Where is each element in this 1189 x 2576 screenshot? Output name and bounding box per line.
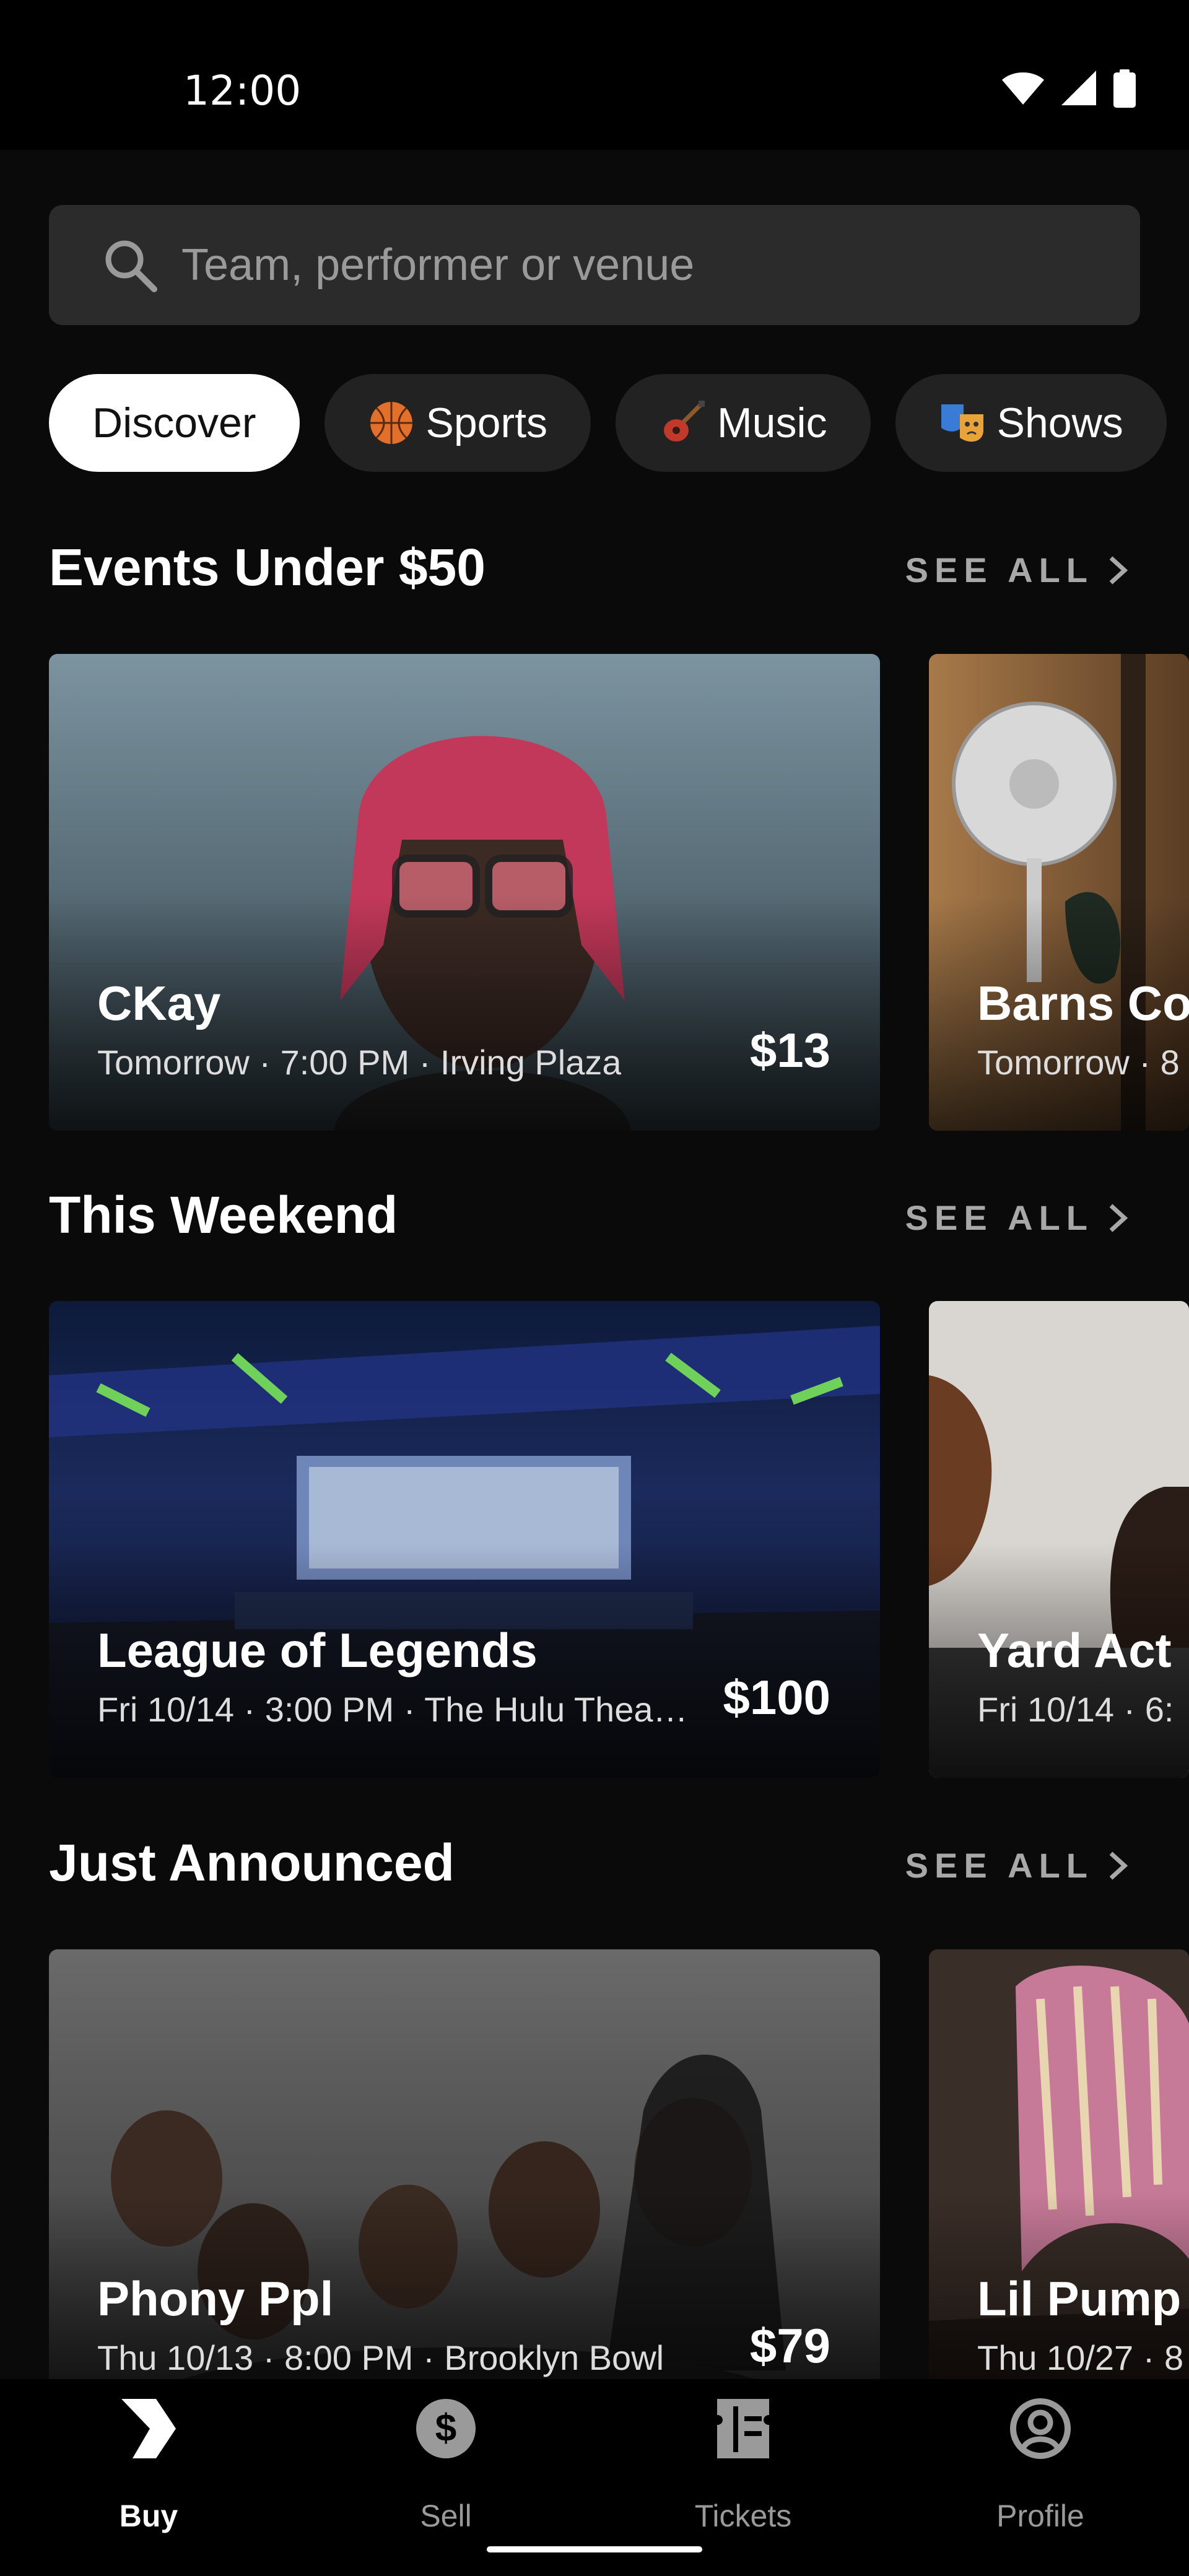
chip-shows[interactable]: Shows xyxy=(895,374,1167,472)
nav-tickets[interactable]: Tickets xyxy=(650,2379,836,2533)
event-meta: Tomorrow · 7:00 PM · Irving Plaza xyxy=(97,1043,622,1082)
search-bar[interactable] xyxy=(49,205,1140,325)
nav-sell[interactable]: $ Sell xyxy=(353,2379,539,2533)
chip-music[interactable]: Music xyxy=(616,374,871,472)
event-name: Barns Cou xyxy=(977,976,1189,1030)
nav-label: Sell xyxy=(420,2499,472,2533)
event-meta: Fri 10/14 · 6: xyxy=(977,1690,1174,1729)
basketball-icon xyxy=(370,402,412,444)
wifi-icon xyxy=(1002,72,1044,105)
chevron-right-icon xyxy=(1109,1851,1128,1880)
ticket-icon xyxy=(717,2399,769,2458)
status-time: 12:00 xyxy=(183,67,302,115)
event-meta: Fri 10/14 · 3:00 PM · The Hulu Thea… xyxy=(97,1690,688,1729)
event-name: League of Legends xyxy=(97,1623,538,1677)
event-price: $13 xyxy=(749,1023,830,1077)
chip-label: Music xyxy=(717,399,827,446)
chip-label: Sports xyxy=(425,399,548,446)
see-all-label: SEE ALL xyxy=(905,1846,1094,1885)
nav-profile[interactable]: Profile xyxy=(947,2379,1133,2533)
chevron-right-icon xyxy=(1109,1203,1128,1232)
status-icons xyxy=(1001,69,1136,108)
guitar-icon xyxy=(664,401,705,442)
chip-sports[interactable]: Sports xyxy=(324,374,591,472)
event-price: $100 xyxy=(723,1670,830,1725)
chevron-right-icon xyxy=(1109,555,1128,585)
event-card-phony-ppl[interactable]: Phony Ppl Thu 10/13 · 8:00 PM · Brooklyn… xyxy=(49,1949,880,2426)
event-meta: Thu 10/27 · 8 xyxy=(977,2338,1184,2377)
event-name: Phony Ppl xyxy=(97,2271,334,2326)
event-card-ckay[interactable]: CKay Tomorrow · 7:00 PM · Irving Plaza $… xyxy=(49,654,880,1131)
event-price: $79 xyxy=(749,2318,830,2373)
buy-logo-icon xyxy=(121,2399,176,2458)
event-card-lil-pump[interactable]: Lil Pump Thu 10/27 · 8 xyxy=(929,1949,1189,2426)
event-name: Yard Act xyxy=(977,1623,1172,1677)
nav-label: Buy xyxy=(119,2499,178,2533)
event-card-barns-courtney[interactable]: Barns Cou Tomorrow · 8 xyxy=(929,654,1189,1131)
event-name: CKay xyxy=(97,976,221,1030)
event-card-league-of-legends[interactable]: League of Legends Fri 10/14 · 3:00 PM · … xyxy=(49,1301,880,1778)
profile-icon xyxy=(1010,2398,1071,2459)
chip-label: Discover xyxy=(92,399,256,446)
chip-discover[interactable]: Discover xyxy=(49,374,300,472)
see-all-label: SEE ALL xyxy=(905,550,1094,590)
dollar-icon: $ xyxy=(416,2399,476,2458)
search-input[interactable] xyxy=(181,205,1110,325)
status-bar: 12:00 xyxy=(0,0,1189,150)
see-all-this-weekend[interactable]: SEE ALL xyxy=(905,1198,1130,1238)
event-card-yard-act[interactable]: Yard Act Fri 10/14 · 6: xyxy=(929,1301,1189,1778)
section-title-just-announced: Just Announced xyxy=(49,1834,455,1892)
nav-label: Tickets xyxy=(694,2499,792,2533)
nav-buy[interactable]: Buy xyxy=(56,2379,242,2533)
event-meta: Thu 10/13 · 8:00 PM · Brooklyn Bowl xyxy=(97,2338,664,2377)
see-all-just-announced[interactable]: SEE ALL xyxy=(905,1845,1130,1886)
cellular-signal-icon xyxy=(1061,71,1096,105)
theater-masks-icon xyxy=(941,404,983,442)
chip-label: Shows xyxy=(996,399,1123,446)
nav-label: Profile xyxy=(996,2499,1084,2533)
category-chips: Discover Sports Music Shows xyxy=(49,374,1189,472)
svg-text:$: $ xyxy=(435,2407,456,2450)
event-meta: Tomorrow · 8 xyxy=(977,1043,1180,1082)
battery-icon xyxy=(1113,69,1136,108)
event-name: Lil Pump xyxy=(977,2271,1182,2326)
home-indicator xyxy=(487,2546,702,2552)
see-all-events-under-50[interactable]: SEE ALL xyxy=(905,550,1130,590)
see-all-label: SEE ALL xyxy=(905,1198,1094,1237)
section-title-this-weekend: This Weekend xyxy=(49,1186,398,1244)
search-icon xyxy=(105,240,157,292)
section-title-events-under-50: Events Under $50 xyxy=(49,538,486,596)
